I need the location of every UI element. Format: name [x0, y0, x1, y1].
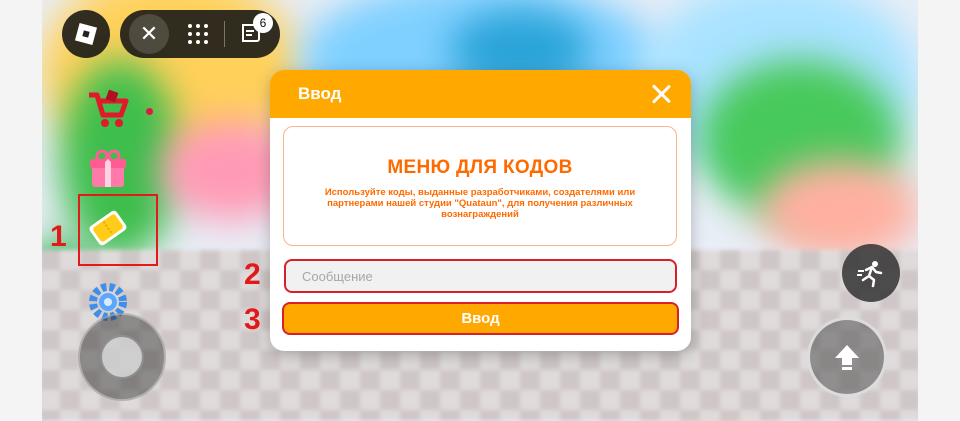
- notification-badge: 6: [253, 13, 273, 33]
- codes-button-highlight: [78, 194, 158, 266]
- submit-code-button[interactable]: Ввод: [282, 302, 679, 335]
- gift-button[interactable]: [84, 145, 132, 193]
- roblox-logo-icon: [74, 22, 98, 46]
- codes-menu-description: Используйте коды, выданные разработчикам…: [324, 187, 636, 220]
- shop-button[interactable]: [84, 86, 132, 134]
- right-edge: [918, 0, 960, 421]
- grid-icon: [188, 24, 208, 44]
- dialog-title: Ввод: [298, 84, 342, 103]
- dialog-header: Ввод: [270, 70, 691, 118]
- shop-cart-icon: [89, 89, 129, 127]
- step-marker-3: 3: [244, 303, 261, 336]
- top-toolbar: ✕ 6: [120, 10, 280, 58]
- step-marker-2: 2: [244, 258, 261, 291]
- step-marker-1: 1: [50, 220, 67, 253]
- jump-button[interactable]: [807, 317, 887, 397]
- codes-info-card: МЕНЮ ДЛЯ КОДОВ Используйте коды, выданны…: [283, 126, 677, 246]
- running-man-icon: [857, 261, 883, 288]
- codes-menu-heading: МЕНЮ ДЛЯ КОДОВ: [387, 157, 573, 178]
- shop-notification-dot: [146, 108, 153, 115]
- close-icon[interactable]: ✕: [129, 14, 169, 54]
- sprint-button[interactable]: [842, 244, 900, 302]
- code-message-input[interactable]: [284, 259, 677, 293]
- jump-arrow-icon: [835, 345, 859, 370]
- dialog-close-icon[interactable]: [649, 82, 673, 106]
- roblox-menu-button[interactable]: [62, 10, 110, 58]
- menu-grid-button[interactable]: [172, 10, 224, 58]
- left-edge: [0, 0, 42, 421]
- gift-icon: [90, 149, 126, 187]
- movement-joystick[interactable]: [78, 313, 166, 401]
- joystick-knob[interactable]: [100, 335, 144, 379]
- chat-button[interactable]: 6: [225, 10, 277, 58]
- codes-dialog: Ввод МЕНЮ ДЛЯ КОДОВ Используйте коды, вы…: [270, 70, 691, 351]
- toolbar-close-slot: ✕: [120, 10, 172, 58]
